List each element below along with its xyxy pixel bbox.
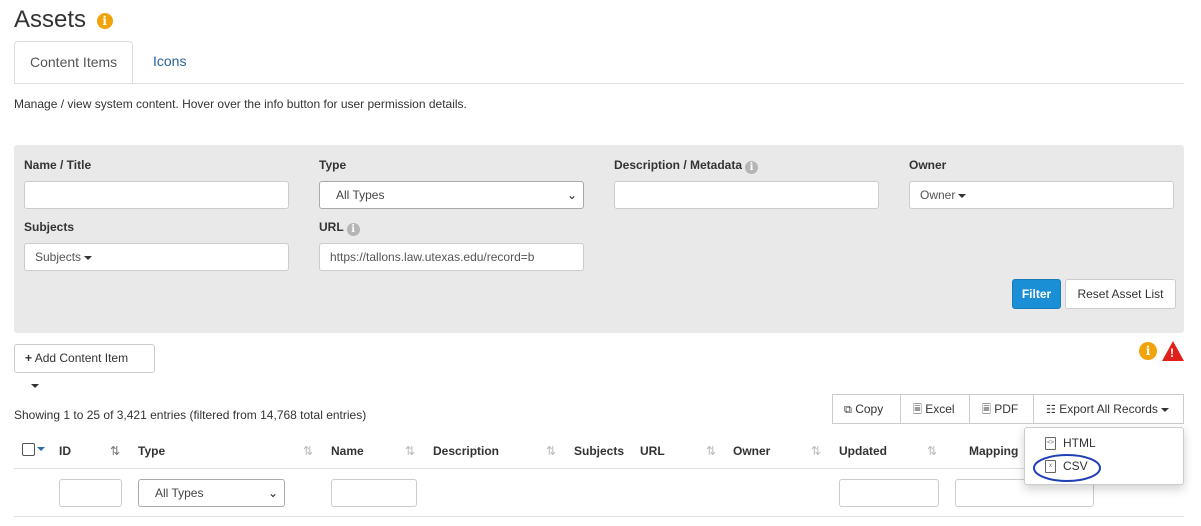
pdf-label: PDF (994, 402, 1019, 416)
column-header-updated[interactable]: Updated (839, 444, 887, 458)
sort-asc-icon[interactable]: ⇅ (110, 444, 120, 458)
export-html-label: HTML (1063, 436, 1096, 450)
id-filter-input[interactable] (59, 479, 122, 507)
caret-down-icon (31, 383, 39, 388)
tab-content-items[interactable]: Content Items (14, 41, 134, 83)
select-all-checkbox[interactable] (22, 443, 35, 456)
page-title-text: Assets (14, 6, 87, 33)
column-header-name[interactable]: Name (331, 444, 364, 458)
sort-icon[interactable]: ⇅ (811, 444, 821, 458)
add-content-item-label: Add Content Item (34, 351, 129, 365)
pdf-file-icon: 🗏 (982, 404, 991, 416)
column-header-subjects[interactable]: Subjects (574, 444, 624, 458)
type-column-filter-value: All Types (155, 486, 204, 500)
sort-icon[interactable]: ⇅ (706, 444, 716, 458)
column-header-url[interactable]: URL (640, 444, 665, 458)
column-header-description[interactable]: Description (433, 444, 499, 458)
url-input[interactable]: https://tallons.law.utexas.edu/record=b (319, 243, 584, 271)
info-icon[interactable]: i (1139, 342, 1157, 360)
info-icon[interactable]: i (346, 223, 360, 236)
page-title: Assets i (14, 6, 113, 34)
excel-button[interactable]: 🗏 Excel (900, 394, 970, 424)
owner-label: Owner (909, 158, 947, 172)
updated-filter-input[interactable] (839, 479, 939, 507)
caret-down-icon (1160, 407, 1169, 412)
chevron-down-icon: ⌄ (566, 188, 577, 202)
filter-panel: Name / Title Type All Types ⌄ Descriptio… (14, 145, 1184, 333)
export-all-records-button[interactable]: ☷ Export All Records (1033, 394, 1184, 424)
caret-down-icon (958, 193, 967, 198)
type-select-value: All Types (336, 188, 385, 202)
excel-label: Excel (925, 402, 955, 416)
sort-icon[interactable]: ⇅ (303, 444, 313, 458)
pdf-button[interactable]: 🗏 PDF (969, 394, 1034, 424)
column-header-mapping[interactable]: Mapping (969, 444, 1018, 458)
url-label: URL i (319, 220, 360, 236)
type-select[interactable]: All Types ⌄ (319, 181, 584, 209)
copy-button[interactable]: ⧉ Copy (832, 394, 901, 424)
page-description: Manage / view system content. Hover over… (14, 97, 467, 111)
excel-file-icon: 🗏 (913, 404, 922, 416)
database-icon: ☷ (1046, 404, 1056, 416)
header-divider (14, 468, 1184, 469)
column-header-type[interactable]: Type (138, 444, 165, 458)
sort-icon[interactable]: ⇅ (405, 444, 415, 458)
column-header-id[interactable]: ID (59, 444, 71, 458)
url-label-text: URL (319, 220, 344, 234)
reset-asset-list-button[interactable]: Reset Asset List (1065, 279, 1176, 309)
description-metadata-label: Description / Metadata i (614, 158, 759, 174)
owner-dropdown[interactable]: Owner (909, 181, 1174, 209)
subjects-dropdown-value: Subjects (35, 250, 82, 264)
filter-button[interactable]: Filter (1012, 279, 1061, 309)
copy-icon: ⧉ (844, 404, 852, 416)
info-icon[interactable]: i (745, 161, 759, 174)
type-column-filter-select[interactable]: All Types ⌄ (138, 479, 285, 507)
info-icon[interactable]: i (96, 12, 113, 29)
name-title-label: Name / Title (24, 158, 92, 172)
owner-dropdown-value: Owner (920, 188, 956, 202)
annotation-circle (1033, 454, 1101, 482)
export-all-label: Export All Records (1059, 402, 1158, 416)
add-content-item-button[interactable]: + Add Content Item (14, 344, 155, 388)
row-divider (14, 516, 1184, 517)
entries-info: Showing 1 to 25 of 3,421 entries (filter… (14, 408, 367, 422)
column-header-owner[interactable]: Owner (733, 444, 770, 458)
tab-icons[interactable]: Icons (138, 41, 201, 82)
sort-icon[interactable]: ⇅ (546, 444, 556, 458)
description-metadata-input[interactable] (614, 181, 879, 209)
subjects-label: Subjects (24, 220, 75, 234)
sort-icon[interactable]: ⇅ (927, 444, 937, 458)
caret-down-icon (84, 255, 93, 260)
copy-label: Copy (855, 402, 884, 416)
name-title-input[interactable] (24, 181, 289, 209)
tab-bar: Content Items Icons (14, 41, 1184, 84)
select-caret-icon[interactable] (37, 447, 45, 451)
description-metadata-label-text: Description / Metadata (614, 158, 743, 172)
html-file-icon: <> (1045, 437, 1056, 450)
subjects-dropdown[interactable]: Subjects (24, 243, 289, 271)
type-label: Type (319, 158, 347, 172)
warning-exclamation: ! (1170, 346, 1174, 360)
plus-icon: + (25, 351, 33, 365)
export-html-item[interactable]: <> HTML (1045, 436, 1096, 450)
name-filter-input[interactable] (331, 479, 417, 507)
chevron-down-icon: ⌄ (267, 486, 278, 500)
